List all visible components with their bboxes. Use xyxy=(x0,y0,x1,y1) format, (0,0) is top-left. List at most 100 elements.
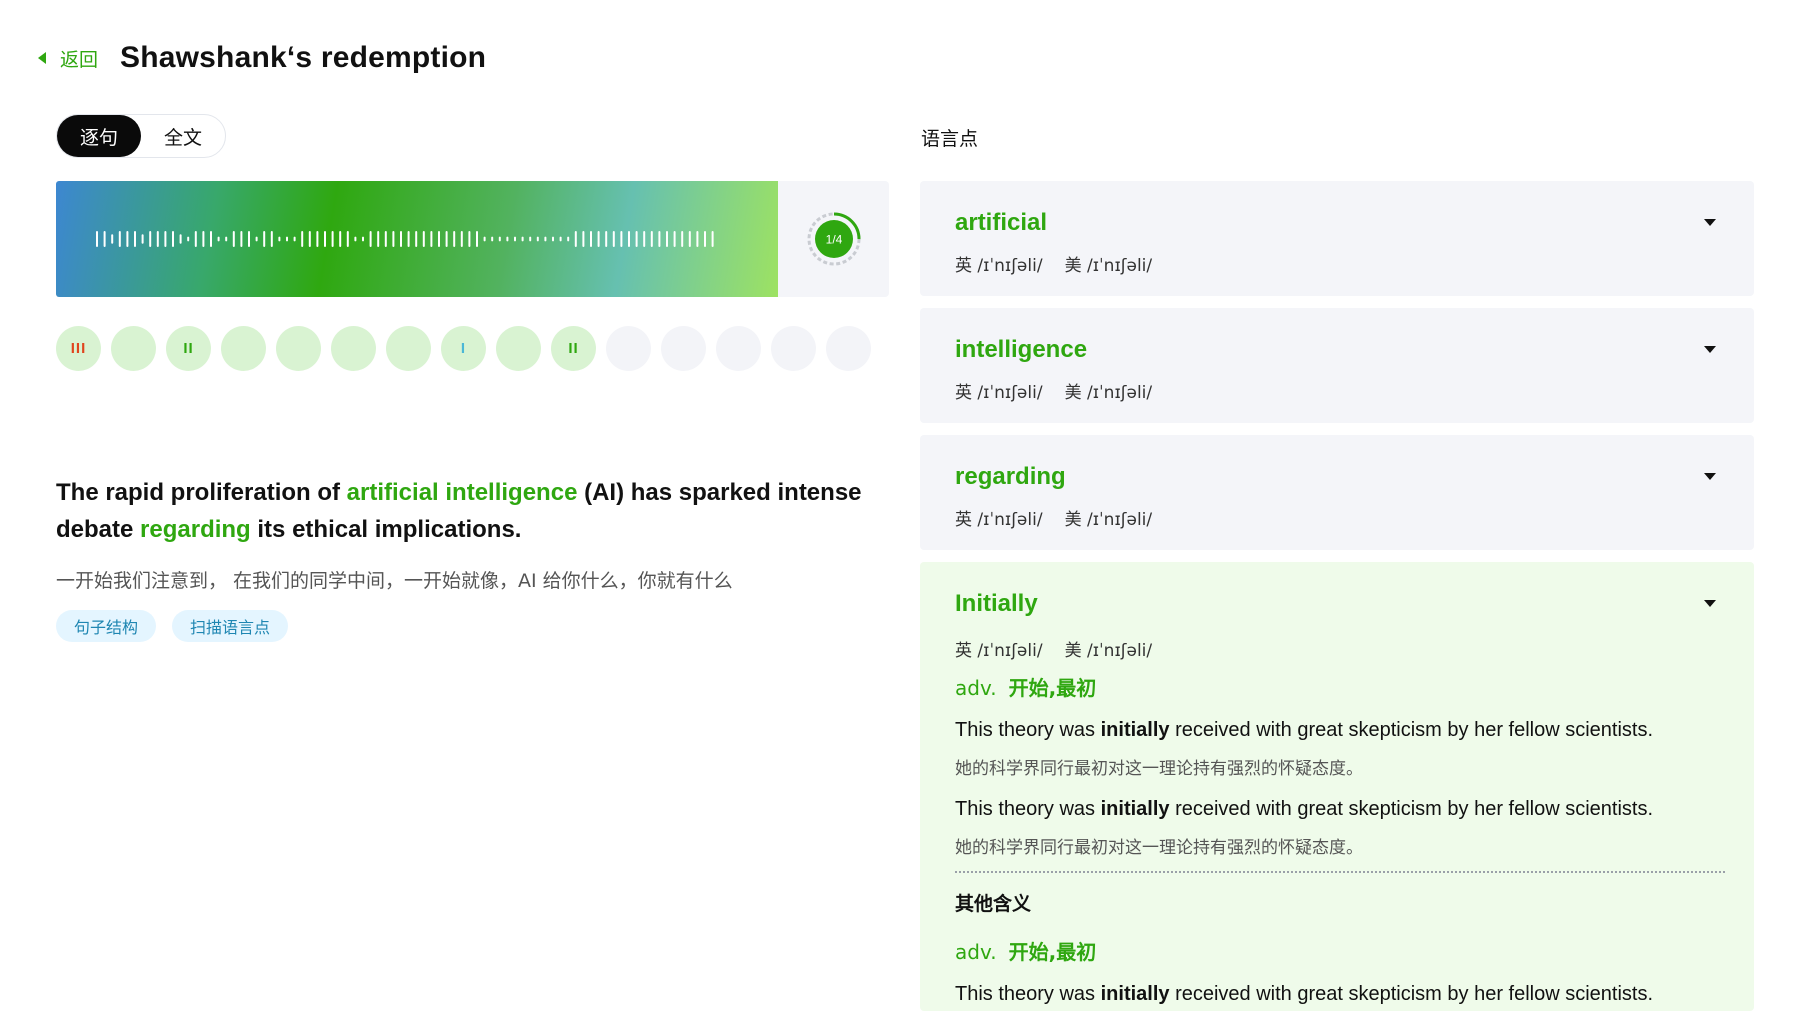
example-translation: 她的科学界同行最初对这一理论持有强烈的怀疑态度。 xyxy=(955,838,1363,858)
tab-sentence-mode[interactable]: 逐句 xyxy=(57,115,141,157)
sentence-dot[interactable] xyxy=(331,326,376,371)
example-text: received with great skepticism by her fe… xyxy=(1169,798,1654,820)
waveform-bar xyxy=(362,236,364,242)
waveform-bar xyxy=(156,231,159,247)
example-text: received with great skepticism by her fe… xyxy=(1169,719,1654,741)
mode-toggle: 逐句 全文 xyxy=(56,114,226,158)
waveform-bar xyxy=(620,231,623,247)
waveform-bar xyxy=(339,231,342,247)
word-title: artificial xyxy=(955,209,1048,236)
waveform-bar xyxy=(514,236,516,242)
language-point-card-expanded[interactable]: Initially 英 /ɪˈnɪʃəli/美 /ɪˈnɪʃəli/ adv. 开… xyxy=(920,562,1754,1011)
waveform-bar xyxy=(118,231,121,247)
waveform-bar xyxy=(567,236,570,242)
dot-mark: I xyxy=(460,340,467,357)
waveform-bar xyxy=(666,231,668,247)
sentence-dot[interactable] xyxy=(386,326,431,371)
sentence-dot[interactable]: II xyxy=(166,326,211,371)
caret-down-icon[interactable] xyxy=(1704,473,1716,480)
sentence-dot[interactable]: I xyxy=(441,326,486,371)
caret-down-icon[interactable] xyxy=(1704,346,1716,353)
waveform-bar xyxy=(460,231,463,247)
tag-sentence-structure[interactable]: 句子结构 xyxy=(56,610,157,642)
example-text: received with great skepticism by her fe… xyxy=(1169,983,1654,1005)
waveform-bar xyxy=(415,231,418,247)
caret-down-icon[interactable] xyxy=(1704,600,1716,607)
sentence-dot[interactable] xyxy=(661,326,706,371)
sentence-segment: The rapid proliferation of xyxy=(56,479,347,506)
waveform-bar xyxy=(179,234,182,244)
tag-scan-language-points[interactable]: 扫描语言点 xyxy=(172,610,289,642)
dot-mark: II xyxy=(183,340,194,357)
waveform-bar xyxy=(704,231,706,247)
sentence-dot[interactable]: II xyxy=(551,326,596,371)
waveform-bar xyxy=(650,231,653,247)
waveform-bar xyxy=(506,236,509,242)
language-point-card[interactable]: regarding 英 /ɪˈnɪʃəli/美 /ɪˈnɪʃəli/ xyxy=(920,435,1754,550)
waveform-bar xyxy=(711,231,714,247)
waveform-bar xyxy=(331,231,334,247)
waveform-bar xyxy=(96,231,98,247)
waveform-area[interactable] xyxy=(56,181,778,297)
waveform-bar xyxy=(476,231,478,247)
sentence-dot[interactable] xyxy=(771,326,816,371)
phonetic-uk: 英 /ɪˈnɪʃəli/ xyxy=(955,383,1043,403)
waveform-bar xyxy=(194,231,197,247)
waveform-bar xyxy=(354,236,357,242)
highlighted-word[interactable]: artificial intelligence xyxy=(347,479,578,506)
sentence-dot[interactable] xyxy=(826,326,871,371)
example-sentence: This theory was initially received with … xyxy=(955,983,1653,1006)
phonetic-us: 美 /ɪˈnɪʃəli/ xyxy=(1064,641,1153,661)
waveform-bar xyxy=(164,231,167,247)
back-arrow-icon xyxy=(38,52,46,64)
sentence-dot[interactable]: III xyxy=(56,326,101,371)
phonetics: 英 /ɪˈnɪʃəli/美 /ɪˈnɪʃəli/ xyxy=(955,505,1152,530)
sentence-dot[interactable] xyxy=(221,326,266,371)
language-point-card[interactable]: artificial 英 /ɪˈnɪʃəli/美 /ɪˈnɪʃəli/ xyxy=(920,181,1754,296)
header: 返回 Shawshank‘s redemption xyxy=(38,38,486,78)
tab-full-text-mode[interactable]: 全文 xyxy=(141,115,225,157)
waveform-bar xyxy=(453,231,456,247)
waveform-bar xyxy=(612,231,615,247)
example-sentence: This theory was initially received with … xyxy=(955,798,1653,821)
waveform-bar xyxy=(628,231,630,247)
waveform-bar xyxy=(597,231,600,247)
sentence-segment: its ethical implications. xyxy=(250,516,522,543)
dot-mark: II xyxy=(568,340,579,357)
phonetic-uk: 英 /ɪˈnɪʃəli/ xyxy=(955,641,1043,661)
sentence-dot[interactable] xyxy=(716,326,761,371)
waveform-bar xyxy=(673,231,676,247)
waveform-bar xyxy=(483,236,486,242)
sentence-dot[interactable] xyxy=(606,326,651,371)
waveform-bar xyxy=(521,236,524,242)
waveform-icon xyxy=(96,231,714,247)
caret-down-icon[interactable] xyxy=(1704,219,1716,226)
progress-label: 1/4 xyxy=(826,233,843,247)
progress-ring[interactable]: 1/4 xyxy=(806,211,862,267)
back-button[interactable]: 返回 xyxy=(38,45,98,72)
highlighted-word[interactable]: regarding xyxy=(140,516,251,543)
waveform-bar xyxy=(498,236,501,242)
phonetic-uk: 英 /ɪˈnɪʃəli/ xyxy=(955,256,1043,276)
waveform-bar xyxy=(141,234,144,244)
waveform-bar xyxy=(536,236,539,242)
phonetic-us: 美 /ɪˈnɪʃəli/ xyxy=(1064,510,1153,530)
waveform-bar xyxy=(590,231,592,247)
waveform-bar xyxy=(248,231,250,247)
example-text: This theory was xyxy=(955,983,1101,1005)
divider xyxy=(955,871,1725,873)
waveform-bar xyxy=(688,231,691,247)
waveform-bar xyxy=(369,231,372,247)
phonetic-us: 美 /ɪˈnɪʃəli/ xyxy=(1064,256,1153,276)
phonetics: 英 /ɪˈnɪʃəli/美 /ɪˈnɪʃəli/ xyxy=(955,251,1152,276)
sentence-dot[interactable] xyxy=(276,326,321,371)
language-points-title: 语言点 xyxy=(921,128,979,150)
sentence-dot[interactable] xyxy=(111,326,156,371)
sentence-dot[interactable] xyxy=(496,326,541,371)
waveform-bar xyxy=(270,231,273,247)
waveform-bar xyxy=(445,231,448,247)
language-point-card[interactable]: intelligence 英 /ɪˈnɪʃəli/美 /ɪˈnɪʃəli/ xyxy=(920,308,1754,423)
waveform-bar xyxy=(308,231,311,247)
waveform-bar xyxy=(225,236,228,242)
waveform-bar xyxy=(149,231,152,247)
